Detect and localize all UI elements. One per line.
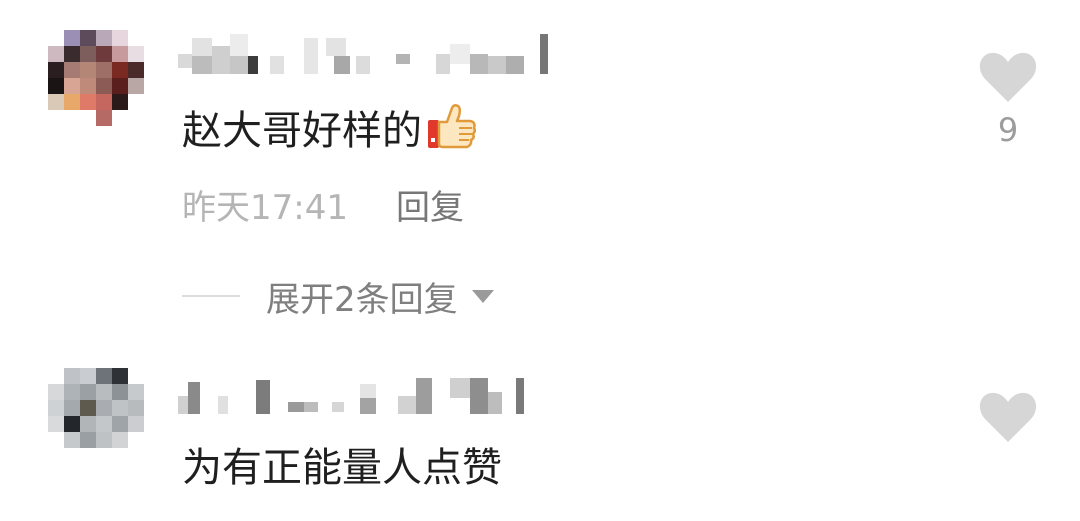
expand-replies-button[interactable]: 展开2条回复 bbox=[182, 276, 494, 320]
heart-icon bbox=[979, 52, 1037, 102]
avatar[interactable] bbox=[48, 30, 144, 126]
comment-text-content: 赵大哥好样的 bbox=[182, 108, 422, 154]
like-count: 9 bbox=[997, 111, 1019, 149]
like-button[interactable] bbox=[978, 52, 1038, 104]
comment-text: 赵大哥好样的 bbox=[182, 104, 478, 163]
comment-text: 为有正能量人点赞 bbox=[182, 444, 502, 492]
comment-meta: 昨天17:41 回复 bbox=[182, 188, 464, 228]
thumbs-up-icon bbox=[426, 104, 478, 163]
username-mosaic bbox=[178, 34, 548, 74]
username-mosaic bbox=[178, 378, 524, 414]
comment-text-content: 为有正能量人点赞 bbox=[182, 445, 502, 491]
comment-item: 赵大哥好样的 昨天17:41 回复 展开2条回复 9 bbox=[0, 0, 1080, 340]
avatar[interactable] bbox=[48, 368, 144, 464]
avatar-image bbox=[48, 30, 144, 126]
expand-replies-label: 展开2条回复 bbox=[266, 279, 458, 320]
divider-line bbox=[182, 295, 240, 297]
username-blurred[interactable] bbox=[178, 34, 568, 74]
username-blurred[interactable] bbox=[178, 374, 558, 414]
comment-item: 为有正能量人点赞 bbox=[0, 340, 1080, 521]
comment-time: 昨天17:41 bbox=[182, 188, 348, 228]
caret-down-icon bbox=[471, 289, 494, 303]
avatar-image bbox=[48, 368, 144, 464]
reply-button[interactable]: 回复 bbox=[396, 188, 464, 228]
heart-icon bbox=[979, 392, 1037, 442]
like-button[interactable] bbox=[978, 392, 1038, 444]
